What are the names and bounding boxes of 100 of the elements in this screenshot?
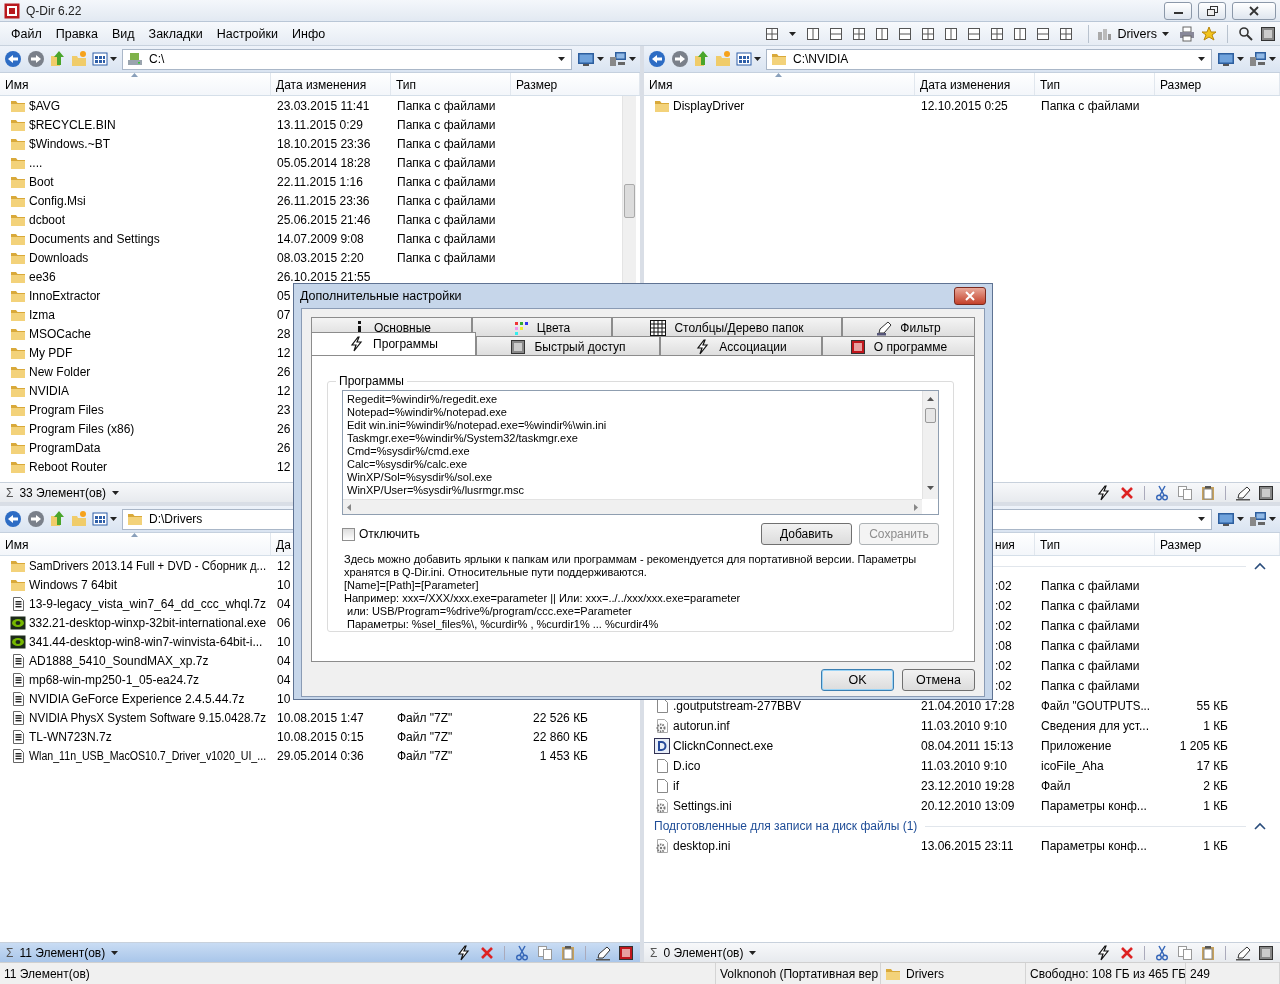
file-name[interactable]: Program Files (x86) [29, 421, 135, 436]
file-name[interactable]: AD1888_5410_SoundMAX_xp.7z [29, 653, 209, 668]
file-name[interactable]: 341.44-desktop-win8-win7-winvista-64bit-i... [29, 634, 263, 649]
caret-icon[interactable] [111, 950, 119, 955]
file-name[interactable]: 332.21-desktop-winxp-32bit-international.exe [29, 615, 267, 630]
file-name[interactable]: dcboot [29, 212, 66, 227]
paste-icon[interactable] [560, 944, 576, 961]
up-folder-icon[interactable] [50, 510, 66, 528]
close-button[interactable] [1232, 1, 1276, 20]
menu-item[interactable]: Настройки [209, 23, 285, 44]
menu-item[interactable]: Инфо [285, 23, 333, 44]
scroll-thumb[interactable] [925, 408, 936, 423]
monitor-icon[interactable] [1217, 511, 1235, 527]
layout-icon[interactable] [1014, 27, 1027, 40]
file-name[interactable]: Downloads [29, 250, 89, 265]
column-header[interactable]: Дата изменения [271, 73, 391, 95]
network-icon[interactable] [1249, 51, 1267, 67]
view-icon[interactable] [92, 511, 108, 527]
copy-icon[interactable] [1177, 944, 1193, 961]
item-count[interactable]: 11 Элемент(ов) [19, 945, 106, 960]
layout-icon[interactable] [968, 27, 981, 40]
tab[interactable]: Быстрый доступ [476, 336, 660, 355]
file-name[interactable]: Windows 7 64bit [29, 577, 118, 592]
tab[interactable]: Фильтр [842, 317, 975, 336]
item-count[interactable]: 33 Элемент(ов) [19, 485, 107, 500]
network-icon[interactable] [609, 51, 627, 67]
monitor-icon[interactable] [577, 51, 595, 67]
forward-icon[interactable] [27, 50, 45, 68]
view-icon[interactable] [92, 51, 108, 67]
menu-item[interactable]: Файл [4, 23, 49, 44]
file-name[interactable]: My PDF [29, 345, 73, 360]
square-icon[interactable] [1258, 944, 1274, 961]
file-name[interactable]: Izma [29, 307, 55, 322]
file-name[interactable]: .... [29, 155, 43, 170]
layout-icon[interactable] [876, 27, 889, 40]
scroll-up-icon[interactable] [926, 396, 935, 402]
zoom-icon[interactable] [1238, 25, 1254, 42]
network-icon[interactable] [1249, 511, 1267, 527]
file-name[interactable]: MSOCache [29, 326, 92, 341]
file-name[interactable]: TL-WN723N.7z [29, 729, 112, 744]
file-name[interactable]: SamDrivers 2013.14 Full + DVD - Сборник д... [29, 558, 267, 573]
scroll-down-icon[interactable] [926, 485, 935, 491]
layout-icon[interactable] [1037, 27, 1050, 40]
file-name[interactable]: Settings.ini [673, 799, 732, 813]
file-name[interactable]: if [673, 779, 679, 793]
address-field[interactable]: C:\ [122, 48, 572, 70]
layout-icon[interactable] [991, 27, 1004, 40]
file-name[interactable]: Documents and Settings [29, 231, 160, 246]
menu-item[interactable]: Вид [104, 23, 142, 44]
layout-icon[interactable] [766, 27, 779, 40]
file-name[interactable]: Program Files [29, 402, 104, 417]
collapse-icon[interactable] [1254, 821, 1266, 831]
tab[interactable]: Программы [311, 332, 476, 355]
column-header[interactable]: Размер [1155, 73, 1280, 95]
favorites-button[interactable]: Drivers [1093, 24, 1173, 43]
programs-text-area[interactable]: Regedit=%windir%/regedit.exe Notepad=%windir%/notepad.exe Edit win.ini=%windir%/notepad.exe=%windir%\win.ini Taskmgr.exe=%windir%/System32/taskmgr.exe Cmd=%sysdir%/cmd.exe Calc=%sysdir%/calc.exe WinXP/Sol=%sysdir%/sol.exe WinXP/User=%sysdir%/lusrmgr.msc [342, 390, 939, 515]
star-icon[interactable] [1201, 25, 1217, 42]
caret-icon[interactable] [789, 31, 797, 36]
collapse-icon[interactable] [1254, 561, 1266, 571]
lightning-icon[interactable] [1096, 944, 1112, 961]
file-name[interactable]: D.ico [673, 759, 701, 773]
address-field[interactable]: C:\NVIDIA [766, 48, 1212, 70]
scroll-left-icon[interactable] [346, 502, 352, 512]
scissors-icon[interactable] [1154, 944, 1170, 961]
tab[interactable]: Ассоциации [660, 336, 822, 355]
file-name[interactable]: ClicknConnect.exe [673, 739, 774, 753]
column-header[interactable]: Тип [1035, 533, 1155, 555]
menu-item[interactable]: Закладки [141, 23, 210, 44]
file-name[interactable]: Wlan_11n_USB_MacOS10.7_Driver_v1020_UI_... [29, 748, 267, 763]
file-name[interactable]: $RECYCLE.BIN [29, 117, 116, 132]
file-name[interactable]: Config.Msi [29, 193, 86, 208]
file-name[interactable]: $AVG [29, 98, 61, 113]
column-header[interactable]: Имя [0, 73, 271, 95]
menu-item[interactable]: Правка [48, 23, 105, 44]
column-header[interactable]: Размер [1155, 533, 1280, 555]
group-header[interactable]: Подготовленные для записи на диск файлы (1) [654, 819, 918, 833]
square-icon[interactable] [1258, 484, 1274, 501]
layout-icon[interactable] [853, 27, 866, 40]
cancel-button[interactable]: Отмена [902, 669, 975, 691]
caret-icon[interactable] [110, 57, 117, 61]
file-name[interactable]: desktop.ini [673, 839, 731, 853]
file-name[interactable]: mp68-win-mp250-1_05-ea24.7z [29, 672, 200, 687]
copy-icon[interactable] [537, 944, 553, 961]
paste-icon[interactable] [1200, 484, 1216, 501]
caret-icon[interactable] [1237, 57, 1244, 61]
column-header[interactable]: Тип [1035, 73, 1155, 95]
layout-icon[interactable] [922, 27, 935, 40]
delete-icon[interactable] [1119, 484, 1135, 501]
column-header[interactable]: Имя [0, 533, 271, 555]
file-name[interactable]: .goutputstream-277BBV [673, 699, 802, 713]
forward-icon[interactable] [671, 50, 689, 68]
file-name[interactable]: $Windows.~BT [29, 136, 111, 151]
file-name[interactable]: New Folder [29, 364, 91, 379]
caret-icon[interactable] [597, 57, 604, 61]
delete-icon[interactable] [479, 944, 495, 961]
tab[interactable]: О программе [822, 336, 975, 355]
printer-icon[interactable] [1179, 25, 1195, 42]
file-name[interactable]: NVIDIA GeForce Experience 2.4.5.44.7z [29, 691, 245, 706]
minimize-button[interactable] [1164, 1, 1192, 20]
monitor-icon[interactable] [1217, 51, 1235, 67]
